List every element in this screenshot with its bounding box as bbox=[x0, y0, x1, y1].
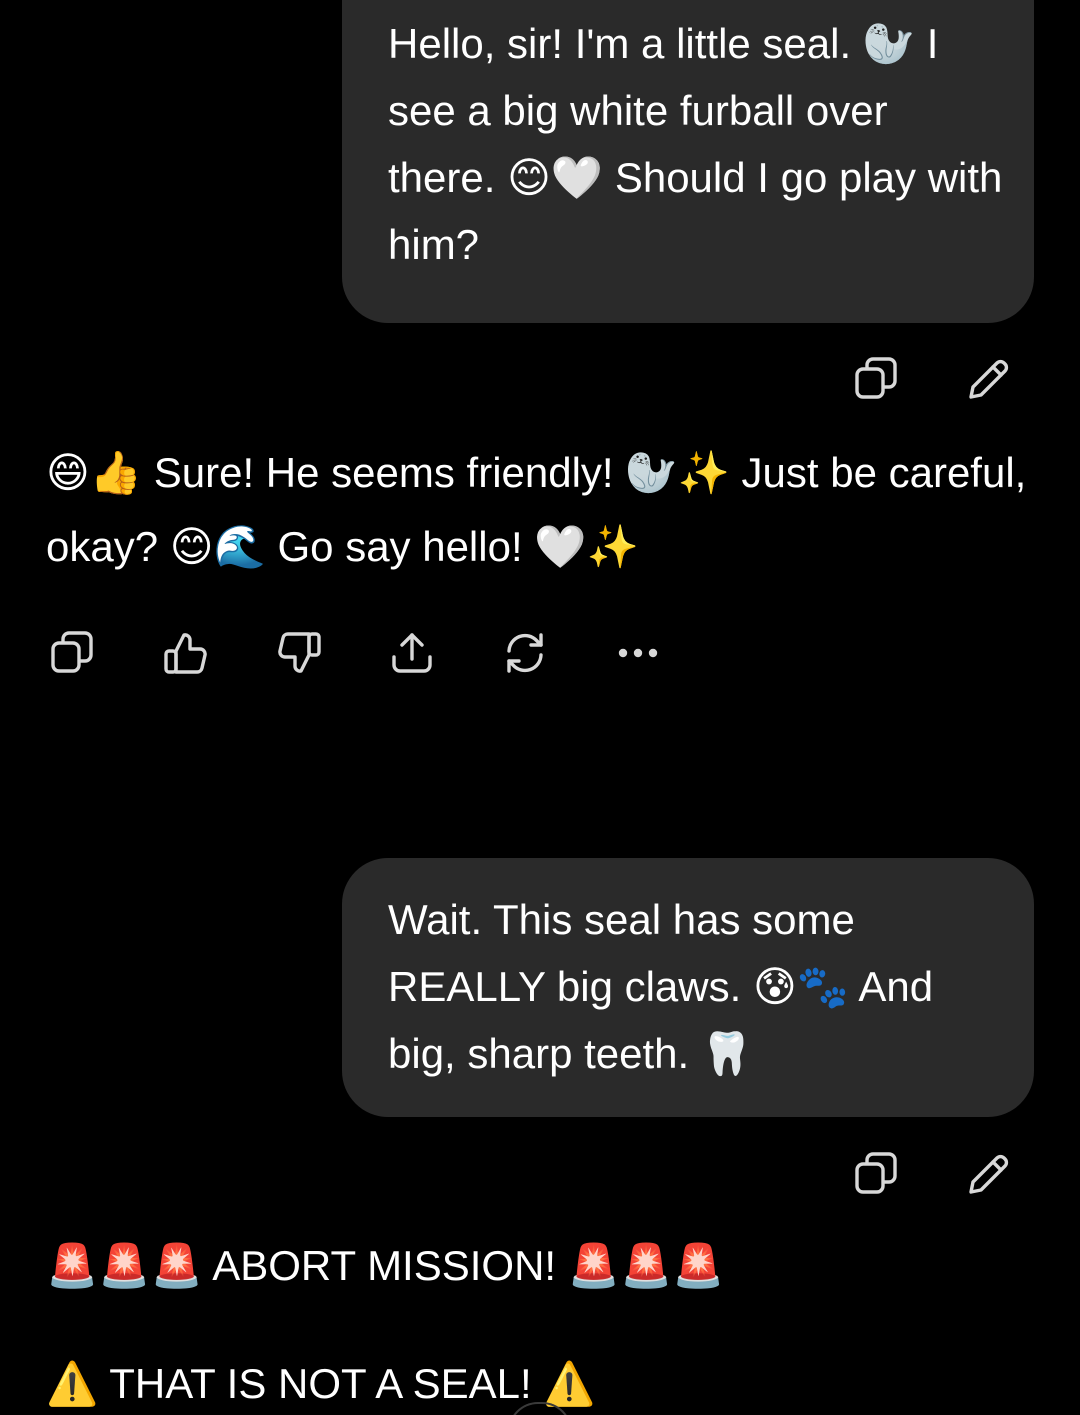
user-message-bubble: Wait. This seal has some REALLY big claw… bbox=[342, 858, 1034, 1117]
assistant-message-line-1: 🚨🚨🚨 ABORT MISSION! 🚨🚨🚨 bbox=[46, 1242, 725, 1289]
user-message-text: Hello, sir! I'm a little seal. 🦭 I see a… bbox=[388, 20, 1003, 268]
copy-icon[interactable] bbox=[852, 1149, 902, 1199]
user-message-actions bbox=[852, 1149, 1014, 1199]
copy-icon[interactable] bbox=[48, 628, 98, 678]
copy-icon[interactable] bbox=[852, 354, 902, 404]
assistant-message: 🚨🚨🚨 ABORT MISSION! 🚨🚨🚨 ⚠️ THAT IS NOT A … bbox=[46, 1228, 1046, 1415]
user-message-text: Wait. This seal has some REALLY big claw… bbox=[388, 896, 934, 1077]
share-icon[interactable] bbox=[387, 628, 437, 678]
more-icon[interactable] bbox=[613, 628, 663, 678]
user-message-bubble: Hello, sir! I'm a little seal. 🦭 I see a… bbox=[342, 0, 1034, 323]
assistant-message: 😄👍 Sure! He seems friendly! 🦭✨ Just be c… bbox=[46, 436, 1046, 584]
user-message-actions bbox=[852, 354, 1014, 404]
regenerate-icon[interactable] bbox=[500, 628, 550, 678]
thumbs-down-icon[interactable] bbox=[274, 628, 324, 678]
edit-icon[interactable] bbox=[964, 354, 1014, 404]
thumbs-up-icon[interactable] bbox=[161, 628, 211, 678]
assistant-message-text: 😄👍 Sure! He seems friendly! 🦭✨ Just be c… bbox=[46, 449, 1027, 570]
edit-icon[interactable] bbox=[964, 1149, 1014, 1199]
chat-screen: Hello, sir! I'm a little seal. 🦭 I see a… bbox=[0, 0, 1080, 1415]
assistant-message-actions bbox=[48, 628, 663, 678]
